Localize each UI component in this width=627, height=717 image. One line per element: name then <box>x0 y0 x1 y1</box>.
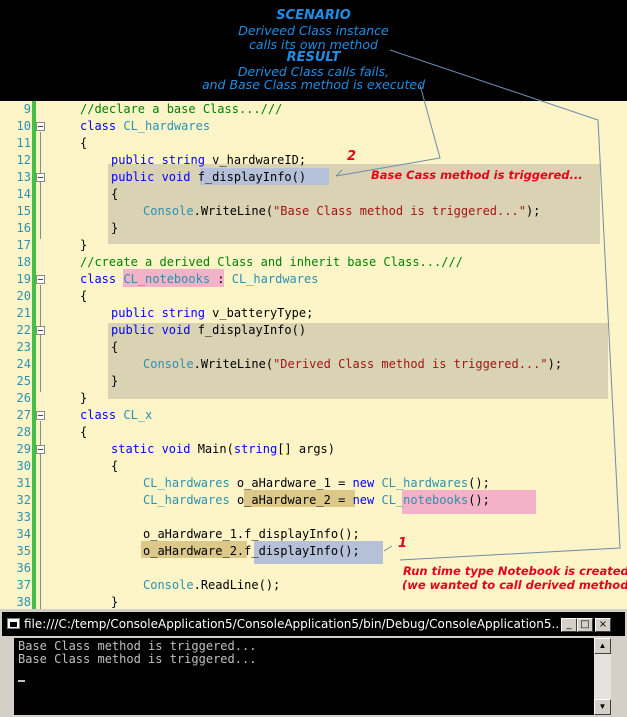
line-number: 31 <box>16 476 31 490</box>
code-line: } <box>111 374 119 388</box>
console-output-area[interactable]: Base Class method is triggered... Base C… <box>14 638 594 715</box>
line-number: 17 <box>16 238 31 252</box>
fold-guide <box>40 132 41 239</box>
line-number: 28 <box>16 425 31 439</box>
code-line: //create a derived Class and inherit bas… <box>80 255 463 269</box>
console-app-icon[interactable] <box>7 618 20 629</box>
console-window[interactable]: file:///C:/temp/ConsoleApplication5/Cons… <box>0 609 627 717</box>
annotation-runtime-type-line1: Run time type Notebook is created <box>403 564 627 578</box>
banner-scenario-heading: SCENARIO <box>276 8 351 23</box>
line-number: 11 <box>16 136 31 150</box>
line-number: 36 <box>16 561 31 575</box>
line-number: 35 <box>16 544 31 558</box>
code-line: Console.WriteLine("Derived Class method … <box>143 357 563 371</box>
line-number: 16 <box>16 221 31 235</box>
line-number: 27 <box>16 408 31 422</box>
line-number: 15 <box>16 204 31 218</box>
code-line: public void f_displayInfo() <box>111 323 307 337</box>
code-line: public void f_displayInfo() <box>111 170 307 184</box>
code-line: public string v_hardwareID; <box>111 153 307 167</box>
base-method-name: f_displayInfo() <box>197 170 307 184</box>
collapse-icon[interactable] <box>36 173 45 182</box>
line-number: 38 <box>16 595 31 609</box>
code-line: class CL_hardwares <box>80 119 211 133</box>
console-title-bar[interactable]: file:///C:/temp/ConsoleApplication5/Cons… <box>2 612 625 636</box>
close-button[interactable]: × <box>595 618 611 632</box>
line-number: 33 <box>16 510 31 524</box>
code-line: class CL_x <box>80 408 153 422</box>
annotation-runtime-type-line2: (we wanted to call derived method) <box>402 578 627 592</box>
line-number: 22 <box>16 323 31 337</box>
line-number: 12 <box>16 153 31 167</box>
console-scrollbar[interactable]: ▲ ▼ <box>594 638 611 715</box>
collapse-icon[interactable] <box>36 411 45 420</box>
line-number: 14 <box>16 187 31 201</box>
code-line: { <box>111 459 119 473</box>
code-line: { <box>80 289 88 303</box>
collapse-icon[interactable] <box>36 275 45 284</box>
console-title: file:///C:/temp/ConsoleApplication5/Cons… <box>24 617 559 631</box>
code-line: CL_hardwares o_aHardware_2 = new CL_note… <box>143 493 490 507</box>
line-number: 19 <box>16 272 31 286</box>
maximize-button[interactable]: □ <box>577 618 593 632</box>
scroll-down-button[interactable]: ▼ <box>594 699 611 715</box>
code-line: class CL_notebooks : CL_hardwares <box>80 272 319 286</box>
console-output-line: Base Class method is triggered... <box>18 652 257 666</box>
line-number: 10 <box>16 119 31 133</box>
line-number: 20 <box>16 289 31 303</box>
code-line: } <box>111 221 119 235</box>
banner-result-heading: RESULT <box>286 50 341 65</box>
line-number: 13 <box>16 170 31 184</box>
line-number: 34 <box>16 527 31 541</box>
code-line: //declare a base Class.../// <box>80 102 283 116</box>
code-line: static void Main(string[] args) <box>111 442 335 456</box>
line-number: 24 <box>16 357 31 371</box>
scroll-up-button[interactable]: ▲ <box>594 638 611 654</box>
code-line: { <box>80 425 88 439</box>
code-line: public string v_batteryType; <box>111 306 314 320</box>
code-line: { <box>80 136 88 150</box>
line-number: 29 <box>16 442 31 456</box>
code-line: } <box>111 595 119 609</box>
code-line: Console.WriteLine("Base Class method is … <box>143 204 541 218</box>
line-number: 21 <box>16 306 31 320</box>
derived-method-call: f_displayInfo(); <box>244 544 360 558</box>
line-number: 23 <box>16 340 31 354</box>
collapse-icon[interactable] <box>36 326 45 335</box>
fold-guide <box>40 285 41 392</box>
line-number: 26 <box>16 391 31 405</box>
code-line: { <box>111 187 119 201</box>
collapse-icon[interactable] <box>36 122 45 131</box>
line-number: 9 <box>23 102 31 116</box>
code-line: Console.ReadLine(); <box>143 578 281 592</box>
banner-scenario-line1: Deriveed Class instance <box>238 23 389 38</box>
line-number: 30 <box>16 459 31 473</box>
collapse-icon[interactable] <box>36 445 45 454</box>
line-number: 32 <box>16 493 31 507</box>
code-line: o_aHardware_2.f_displayInfo(); <box>143 544 360 558</box>
banner-result-line2: and Base Class method is executed <box>201 77 426 92</box>
console-cursor <box>18 680 25 682</box>
code-line: } <box>80 391 88 405</box>
line-number: 25 <box>16 374 31 388</box>
code-editor[interactable]: 9 10 11 12 13 14 15 16 17 18 19 20 21 22… <box>0 101 627 609</box>
annotation-number-2: 2 <box>347 149 357 164</box>
scenario-banner: SCENARIO Deriveed Class instance calls i… <box>0 0 627 101</box>
line-number: 18 <box>16 255 31 269</box>
annotation-base-method-triggered: Base Cass method is triggered... <box>371 168 583 182</box>
code-line: } <box>80 238 88 252</box>
line-number: 37 <box>16 578 31 592</box>
code-line: o_aHardware_1.f_displayInfo(); <box>143 527 360 541</box>
minimize-button[interactable]: _ <box>561 618 577 632</box>
code-line: { <box>111 340 119 354</box>
annotation-number-1: 1 <box>398 536 408 551</box>
code-line: CL_hardwares o_aHardware_1 = new CL_hard… <box>143 476 490 490</box>
